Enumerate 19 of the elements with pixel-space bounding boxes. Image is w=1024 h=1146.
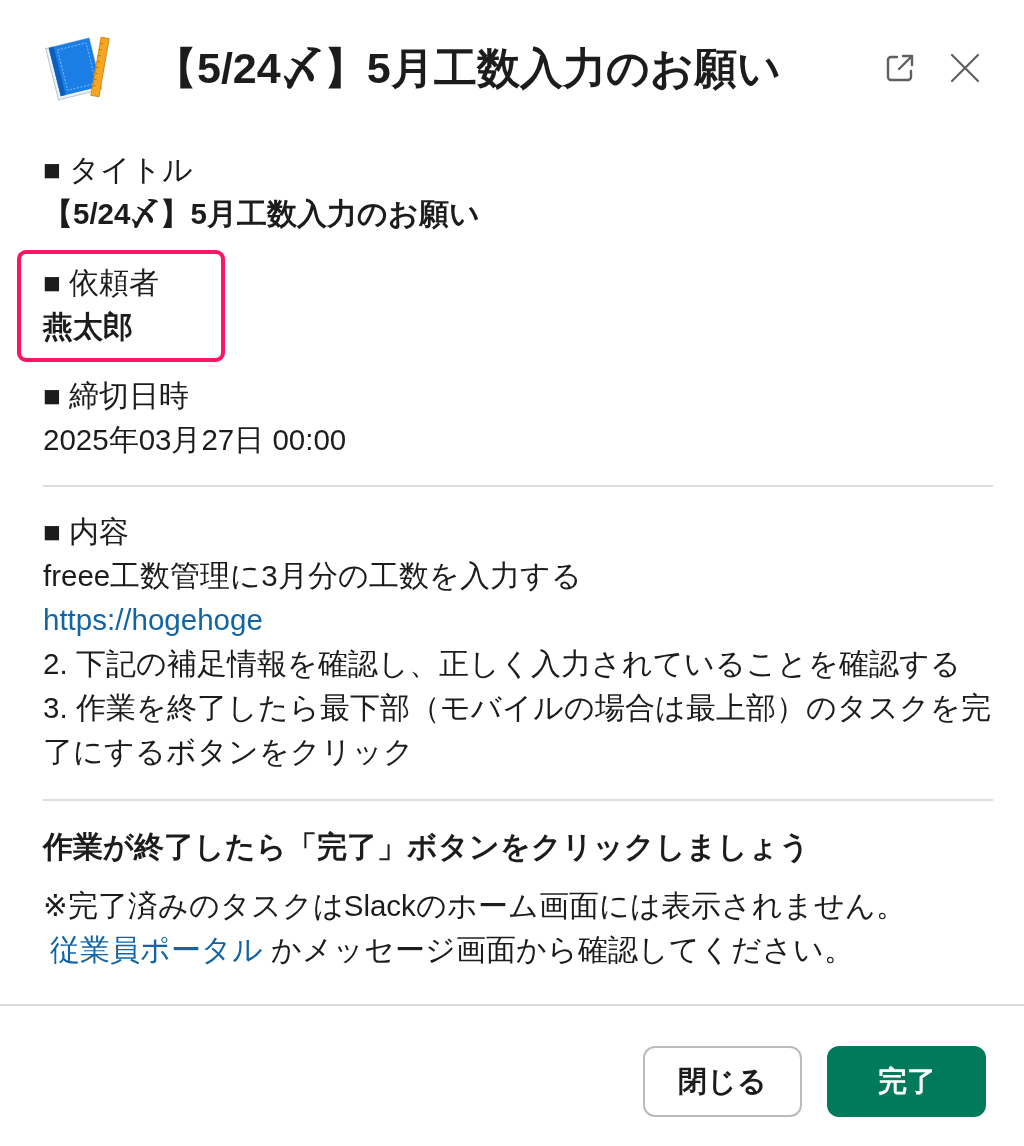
- completion-heading: 作業が終了したら「完了」ボタンをクリックしましょう: [43, 829, 810, 865]
- content-line: freee工数管理に3月分の工数を入力する: [43, 558, 582, 594]
- field-value: 【5/24〆】5月工数入力のお願い: [43, 196, 480, 232]
- url-link[interactable]: https://hogehoge: [43, 603, 263, 636]
- field-label: ■ 依頼者: [43, 265, 159, 301]
- field-label: ■ 内容: [43, 514, 129, 550]
- field-label: ■ タイトル: [43, 152, 193, 188]
- field-value: 燕太郎: [43, 309, 133, 345]
- complete-button[interactable]: 完了: [827, 1046, 986, 1117]
- note-text: ※完了済みのタスクはSlackのホーム画面には表示されません。 従業員ポータル かメッセージ画面から確認してください。: [43, 888, 906, 968]
- portal-link[interactable]: 従業員ポータル: [50, 933, 263, 966]
- external-link-icon[interactable]: [885, 53, 915, 83]
- dialog-title: 【5/24〆】5月工数入力のお願い: [154, 43, 781, 94]
- close-button[interactable]: 閉じる: [643, 1046, 802, 1117]
- content-line: 2. 下記の補足情報を確認し、正しく入力されていることを確認する: [43, 646, 961, 682]
- field-label: ■ 締切日時: [43, 378, 189, 414]
- field-value: 2025年03月27日 00:00: [43, 422, 347, 458]
- content-line: 3. 作業を終了したら最下部（モバイルの場合は最上部）のタスクを完了にするボタンをクリック: [43, 690, 992, 770]
- close-icon[interactable]: [950, 53, 980, 83]
